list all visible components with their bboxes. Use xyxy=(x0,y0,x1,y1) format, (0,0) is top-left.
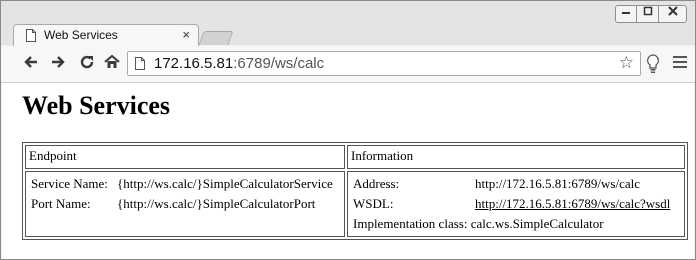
bookmark-star-icon[interactable]: ☆ xyxy=(619,53,634,73)
restore-button[interactable] xyxy=(637,5,659,23)
web-services-table: Endpoint Information Service Name: {http… xyxy=(22,142,688,240)
endpoint-header: Endpoint xyxy=(25,145,345,169)
address-label: Address: xyxy=(353,176,400,191)
minimize-button[interactable] xyxy=(615,5,637,23)
tab-title: Web Services xyxy=(44,28,118,42)
browser-window: Web Services × 172.16.5.81:6789/ws/calc … xyxy=(0,0,696,260)
implementation-class-value: calc.ws.SimpleCalculator xyxy=(470,216,604,231)
address-bar[interactable]: 172.16.5.81:6789/ws/calc ☆ xyxy=(127,51,641,76)
reload-icon[interactable] xyxy=(79,54,95,74)
port-name-value: {http://ws.calc/}SimpleCalculatorPort xyxy=(117,196,316,211)
information-header: Information xyxy=(347,145,685,169)
minimize-icon xyxy=(622,12,630,14)
url-host: 172.16.5.81 xyxy=(154,55,234,72)
tab-strip: Web Services × xyxy=(1,1,695,46)
close-button[interactable] xyxy=(659,5,687,23)
table-header-row: Endpoint Information xyxy=(25,145,685,169)
wsdl-link[interactable]: http://172.16.5.81:6789/ws/calc?wsdl xyxy=(475,196,670,211)
address-value: http://172.16.5.81:6789/ws/calc xyxy=(475,176,641,191)
menu-icon[interactable] xyxy=(673,56,687,71)
back-icon[interactable] xyxy=(23,54,39,74)
wsdl-label: WSDL: xyxy=(353,196,394,211)
table-row: Service Name: {http://ws.calc/}SimpleCal… xyxy=(25,171,685,237)
url-text[interactable]: 172.16.5.81:6789/ws/calc xyxy=(154,55,324,72)
url-path: :6789/ws/calc xyxy=(233,55,325,72)
tab-close-icon[interactable]: × xyxy=(182,27,190,42)
home-icon[interactable] xyxy=(104,54,120,74)
lightbulb-icon[interactable] xyxy=(646,54,660,74)
information-details: Address: http://172.16.5.81:6789/ws/calc… xyxy=(349,173,674,235)
implementation-class-label: Implementation class: xyxy=(353,216,468,231)
port-name-label: Port Name: xyxy=(31,196,91,211)
information-cell: Address: http://172.16.5.81:6789/ws/calc… xyxy=(347,171,685,237)
close-icon xyxy=(667,6,678,16)
page-info-icon[interactable] xyxy=(135,57,145,70)
tab-web-services[interactable]: Web Services × xyxy=(13,24,199,46)
endpoint-details: Service Name: {http://ws.calc/}SimpleCal… xyxy=(27,173,337,215)
new-tab-button[interactable] xyxy=(198,31,234,45)
service-name-label: Service Name: xyxy=(31,176,108,191)
forward-icon[interactable] xyxy=(50,54,66,74)
page-icon xyxy=(26,29,36,42)
page-content: Web Services Endpoint Information Servic… xyxy=(2,83,694,259)
browser-toolbar: 172.16.5.81:6789/ws/calc ☆ xyxy=(1,46,695,83)
page-title: Web Services xyxy=(22,91,171,120)
restore-icon xyxy=(643,6,652,16)
endpoint-cell: Service Name: {http://ws.calc/}SimpleCal… xyxy=(25,171,345,237)
service-name-value: {http://ws.calc/}SimpleCalculatorService xyxy=(117,176,333,191)
